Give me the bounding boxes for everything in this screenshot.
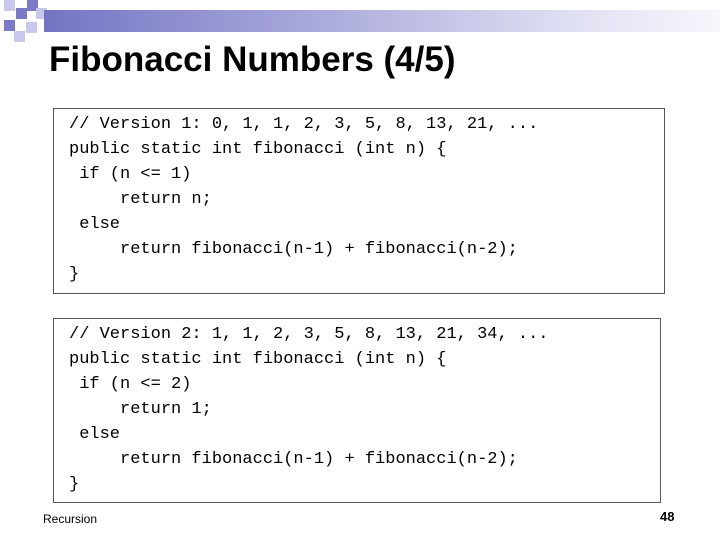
code-line: if (n <= 1)	[69, 165, 192, 184]
decor-square	[16, 8, 27, 19]
header-gradient-bar	[44, 10, 720, 32]
code-line: // Version 2: 1, 1, 2, 3, 5, 8, 13, 21, …	[69, 325, 549, 344]
decor-square	[14, 31, 25, 42]
code-line: }	[69, 475, 80, 494]
decor-square	[4, 0, 15, 11]
code-line: else	[69, 215, 121, 234]
code-line: return n;	[69, 190, 212, 209]
decor-square	[4, 20, 15, 31]
code-line: public static int fibonacci (int n) {	[69, 140, 447, 159]
code-line: return 1;	[69, 400, 212, 419]
code-line: }	[69, 265, 80, 284]
code-block-version-1: // Version 1: 0, 1, 1, 2, 3, 5, 8, 13, 2…	[53, 108, 665, 294]
code-line: // Version 1: 0, 1, 1, 2, 3, 5, 8, 13, 2…	[69, 115, 539, 134]
page-number: 48	[660, 509, 675, 524]
decor-square	[26, 22, 37, 33]
code-line: return fibonacci(n-1) + fibonacci(n-2);	[69, 450, 518, 469]
code-line: public static int fibonacci (int n) {	[69, 350, 447, 369]
code-line: return fibonacci(n-1) + fibonacci(n-2);	[69, 240, 518, 259]
slide-title: Fibonacci Numbers (4/5)	[49, 40, 456, 79]
code-block-version-2: // Version 2: 1, 1, 2, 3, 5, 8, 13, 21, …	[53, 318, 661, 503]
footer-label: Recursion	[43, 512, 98, 526]
code-line: else	[69, 425, 121, 444]
code-line: if (n <= 2)	[69, 375, 192, 394]
